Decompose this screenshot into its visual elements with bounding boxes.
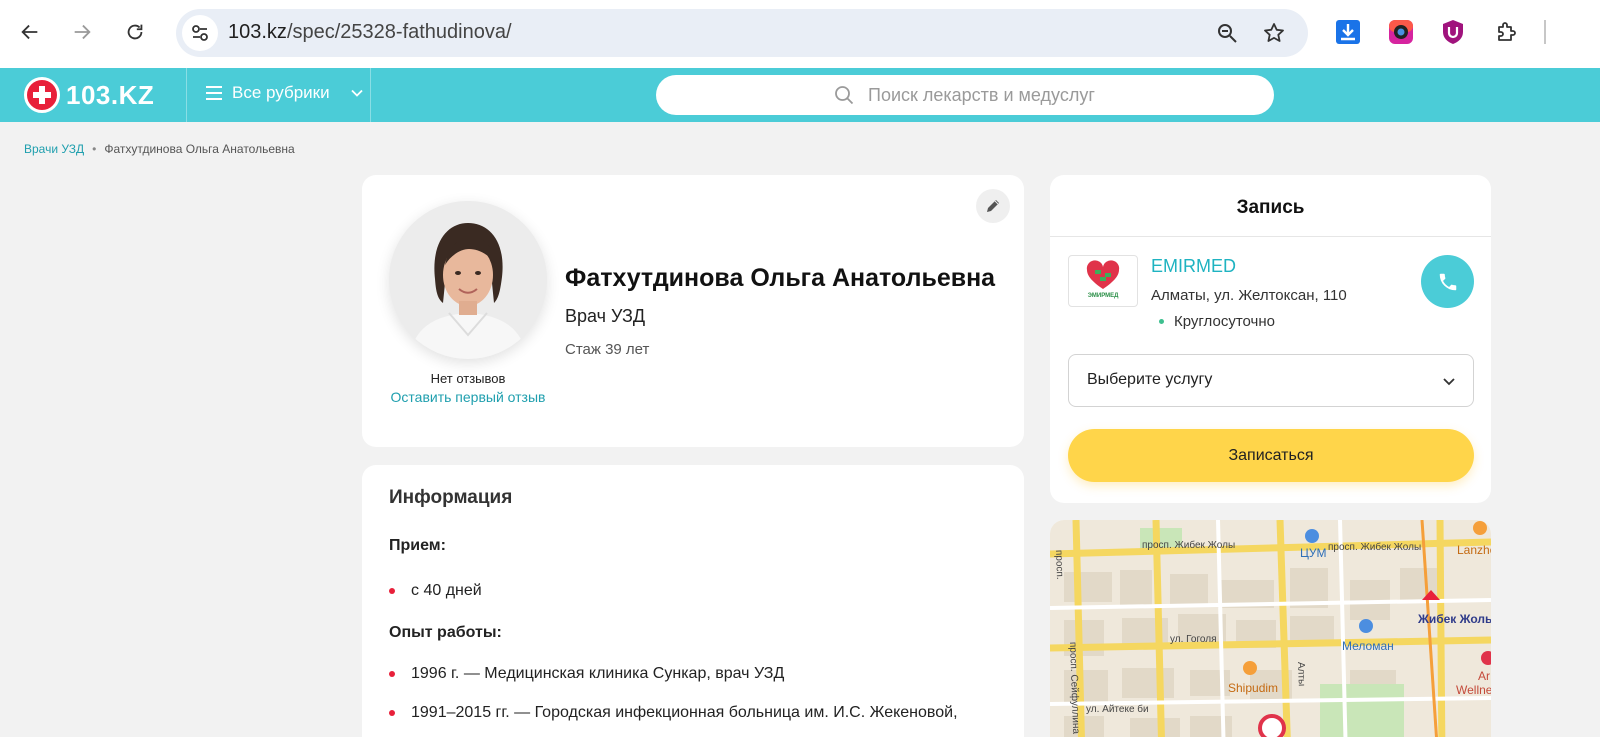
- divider: [1050, 236, 1491, 237]
- chevron-down-icon: [350, 89, 363, 97]
- search-input[interactable]: [868, 83, 1248, 107]
- map-label: просп. Жибек Жолы: [1328, 541, 1421, 553]
- doctor-card: Нет отзывов Оставить первый отзыв Фатхут…: [362, 175, 1024, 447]
- url-path: /spec/25328-fathudinova/: [286, 21, 512, 43]
- site-logo[interactable]: 103.KZ: [24, 77, 154, 113]
- bookmark-star-icon[interactable]: [1262, 21, 1286, 45]
- no-reviews-text: Нет отзывов: [430, 371, 506, 386]
- map-label: ул. Гоголя: [1170, 634, 1217, 645]
- clinic-address: Алматы, ул. Желтоксан, 110: [1151, 287, 1347, 304]
- address-bar[interactable]: 103.kz/spec/25328-fathudinova/: [176, 9, 1308, 57]
- map-label: просп.: [1053, 550, 1065, 580]
- clinic-logo[interactable]: ЭМИРМЕД: [1068, 255, 1138, 307]
- rubrics-label: Все рубрики: [232, 83, 330, 102]
- doctor-avatar: [389, 201, 547, 359]
- menu-icon: [206, 86, 222, 100]
- map-label: просп. Жибек Жолы: [1142, 539, 1235, 551]
- open-status-dot: [1159, 319, 1164, 324]
- browser-chrome: 103.kz/spec/25328-fathudinova/: [0, 0, 1600, 68]
- clinic-map[interactable]: просп. Жибек Жолы просп. Жибек Жолы прос…: [1050, 520, 1491, 737]
- reload-icon: [127, 24, 143, 40]
- experience-item: 1991–2015 гг. — Городская инфекционная б…: [411, 704, 958, 721]
- download-extension[interactable]: [1333, 17, 1363, 47]
- bullet-icon: [389, 710, 395, 716]
- map-card[interactable]: просп. Жибек Жолы просп. Жибек Жолы прос…: [1050, 520, 1491, 737]
- doctor-specialty: Врач УЗД: [565, 306, 646, 326]
- map-poi-label: ЦУМ: [1300, 546, 1327, 560]
- header-divider: [186, 68, 187, 122]
- back-button[interactable]: [12, 14, 48, 50]
- chevron-down-icon: [1443, 378, 1455, 386]
- experience-item: 1996 г. — Медицинская клиника Сункар, вр…: [411, 665, 785, 682]
- extensions-button[interactable]: [1492, 17, 1522, 47]
- arrow-right-icon: [74, 24, 91, 40]
- breadcrumb-current: Фатхутдинова Ольга Анатольевна: [104, 142, 295, 156]
- reception-label: Прием:: [389, 537, 446, 554]
- pencil-icon: [987, 200, 999, 212]
- phone-icon: [1439, 273, 1456, 290]
- map-poi-label: Ar: [1478, 669, 1490, 683]
- bullet-icon: [389, 588, 395, 594]
- doctor-photo: [389, 201, 547, 359]
- reception-item: с 40 дней: [411, 582, 482, 599]
- forward-button[interactable]: [64, 14, 100, 50]
- list-item: с 40 дней: [389, 582, 482, 600]
- search-box[interactable]: [656, 75, 1274, 115]
- clinic-logo-text: ЭМИРМЕД: [1088, 293, 1120, 299]
- site-info-button[interactable]: [182, 15, 218, 51]
- service-select[interactable]: Выберите услугу: [1068, 354, 1474, 407]
- bullet-icon: [389, 671, 395, 677]
- booking-title: Запись: [1236, 197, 1305, 218]
- clinic-location-pin[interactable]: [1258, 714, 1286, 737]
- map-poi-label: Shipudim: [1228, 681, 1278, 695]
- logo-text: 103.KZ: [66, 79, 155, 110]
- url-host: 103.kz: [228, 21, 287, 43]
- breadcrumb-link-uzd[interactable]: Врачи УЗД: [24, 142, 84, 156]
- clinic-heart-logo: ЭМИРМЕД: [1086, 260, 1120, 299]
- experience-label: Опыт работы:: [389, 624, 502, 641]
- map-poi-label: Меломан: [1342, 639, 1394, 653]
- shield-extension[interactable]: [1438, 17, 1468, 47]
- site-header: 103.KZ Все рубрики: [0, 68, 1600, 122]
- call-button[interactable]: [1421, 255, 1474, 308]
- clinic-name-link[interactable]: EMIRMED: [1151, 256, 1236, 277]
- toolbar-divider: [1544, 20, 1546, 44]
- map-label: Алты: [1295, 662, 1307, 687]
- all-rubrics-menu[interactable]: Все рубрики: [206, 83, 364, 103]
- tune-icon: [192, 25, 208, 41]
- camera-extension[interactable]: [1386, 17, 1416, 47]
- puzzle-icon: [1498, 22, 1516, 41]
- camera-icon: [1389, 20, 1413, 44]
- list-item: 1996 г. — Медицинская клиника Сункар, вр…: [389, 665, 784, 683]
- booking-card: Запись ЭМИРМЕД EMIRMED Алматы, ул. Желто…: [1050, 175, 1491, 503]
- map-poi-label: Lanzho: [1457, 543, 1491, 557]
- search-icon: [835, 86, 854, 105]
- leave-review-link[interactable]: Оставить первый отзыв: [390, 388, 546, 406]
- breadcrumb-separator: •: [92, 142, 97, 156]
- doctor-experience: Стаж 39 лет: [565, 341, 650, 358]
- doctor-name: Фатхутдинова Ольга Анатольевна: [565, 264, 996, 292]
- clinic-hours-text: Круглосуточно: [1174, 313, 1275, 330]
- arrow-left-icon: [21, 24, 38, 40]
- breadcrumb: Врачи УЗД • Фатхутдинова Ольга Анатольев…: [24, 142, 295, 156]
- map-poi-label: Жибек Жолы: [1417, 612, 1491, 626]
- info-card: Информация Прием: с 40 дней Опыт работы:…: [362, 465, 1024, 737]
- book-button[interactable]: Записаться: [1068, 429, 1474, 482]
- edit-button[interactable]: [976, 189, 1010, 223]
- header-divider: [370, 68, 371, 122]
- download-icon: [1336, 20, 1360, 44]
- reload-button[interactable]: [117, 14, 153, 50]
- map-poi-label: Wellne: [1456, 683, 1491, 697]
- medical-cross-icon: [24, 77, 60, 113]
- list-item: 1991–2015 гг. — Городская инфекционная б…: [389, 704, 958, 722]
- zoom-icon[interactable]: [1215, 21, 1239, 45]
- clinic-hours: Круглосуточно: [1159, 313, 1275, 330]
- service-select-label: Выберите услугу: [1087, 371, 1213, 388]
- info-title: Информация: [389, 487, 513, 508]
- url-text[interactable]: 103.kz/spec/25328-fathudinova/: [228, 21, 512, 44]
- shield-icon: [1443, 20, 1463, 44]
- map-label: ул. Айтеке би: [1086, 703, 1149, 715]
